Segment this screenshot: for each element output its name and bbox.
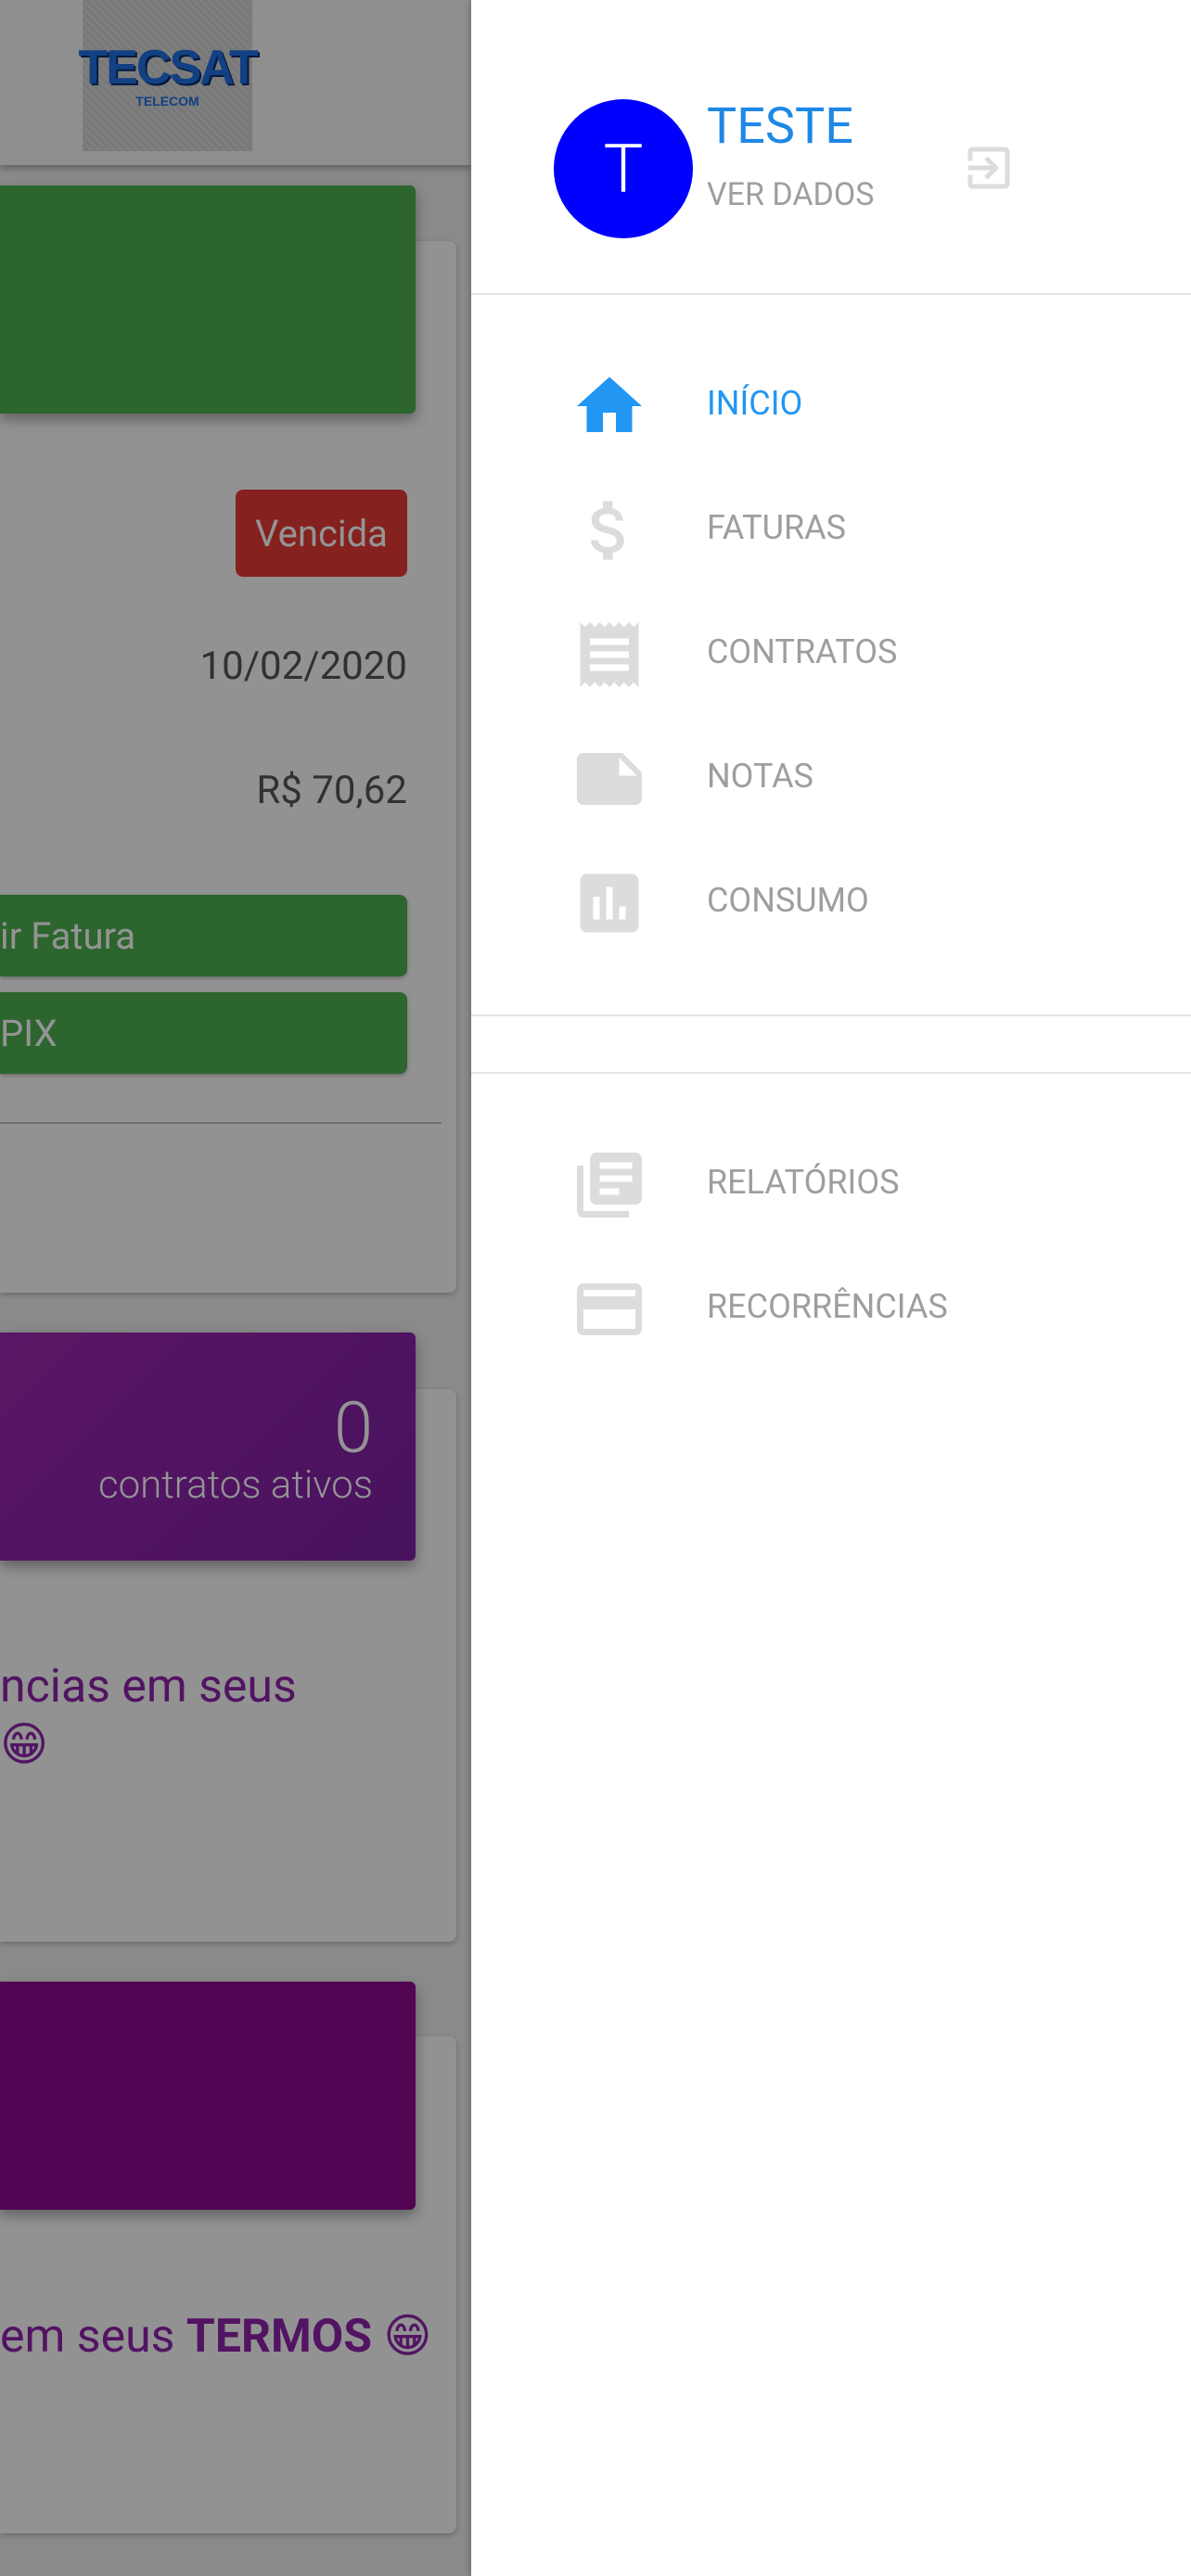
menu-label: CONSUMO xyxy=(707,881,869,920)
menu-label: RELATÓRIOS xyxy=(707,1163,900,1202)
home-icon xyxy=(570,367,648,445)
menu-item-contratos[interactable]: CONTRATOS xyxy=(471,597,1191,708)
credit-card-icon xyxy=(570,1270,648,1348)
menu-label: CONTRATOS xyxy=(707,632,898,671)
logout-icon[interactable] xyxy=(961,137,1017,198)
avatar[interactable]: T xyxy=(554,99,693,238)
menu-label: RECORRÊNCIAS xyxy=(707,1287,948,1326)
menu-label: INÍCIO xyxy=(707,384,803,423)
navigation-drawer: T TESTE VER DADOS INÍCIO FATURAS CONTRAT… xyxy=(471,0,1191,2576)
view-data-link[interactable]: VER DADOS xyxy=(707,176,874,213)
menu-divider-2 xyxy=(471,1072,1191,1074)
dollar-icon xyxy=(570,491,648,569)
menu-label: FATURAS xyxy=(707,508,846,547)
menu-label: NOTAS xyxy=(707,757,813,796)
menu-item-inicio[interactable]: INÍCIO xyxy=(471,349,1191,460)
menu-divider-1 xyxy=(471,1014,1191,1016)
user-name: TESTE xyxy=(707,97,853,156)
header-divider xyxy=(471,293,1191,295)
menu-item-recorrencias[interactable]: RECORRÊNCIAS xyxy=(471,1252,1191,1363)
receipt-icon xyxy=(570,616,648,694)
bar-chart-icon xyxy=(570,864,648,942)
menu-item-relatorios[interactable]: RELATÓRIOS xyxy=(471,1128,1191,1239)
menu-item-consumo[interactable]: CONSUMO xyxy=(471,846,1191,957)
menu-item-notas[interactable]: NOTAS xyxy=(471,721,1191,833)
note-icon xyxy=(570,740,648,818)
menu-item-faturas[interactable]: FATURAS xyxy=(471,473,1191,584)
drawer-backdrop[interactable] xyxy=(0,0,471,2576)
library-books-icon xyxy=(570,1146,648,1224)
